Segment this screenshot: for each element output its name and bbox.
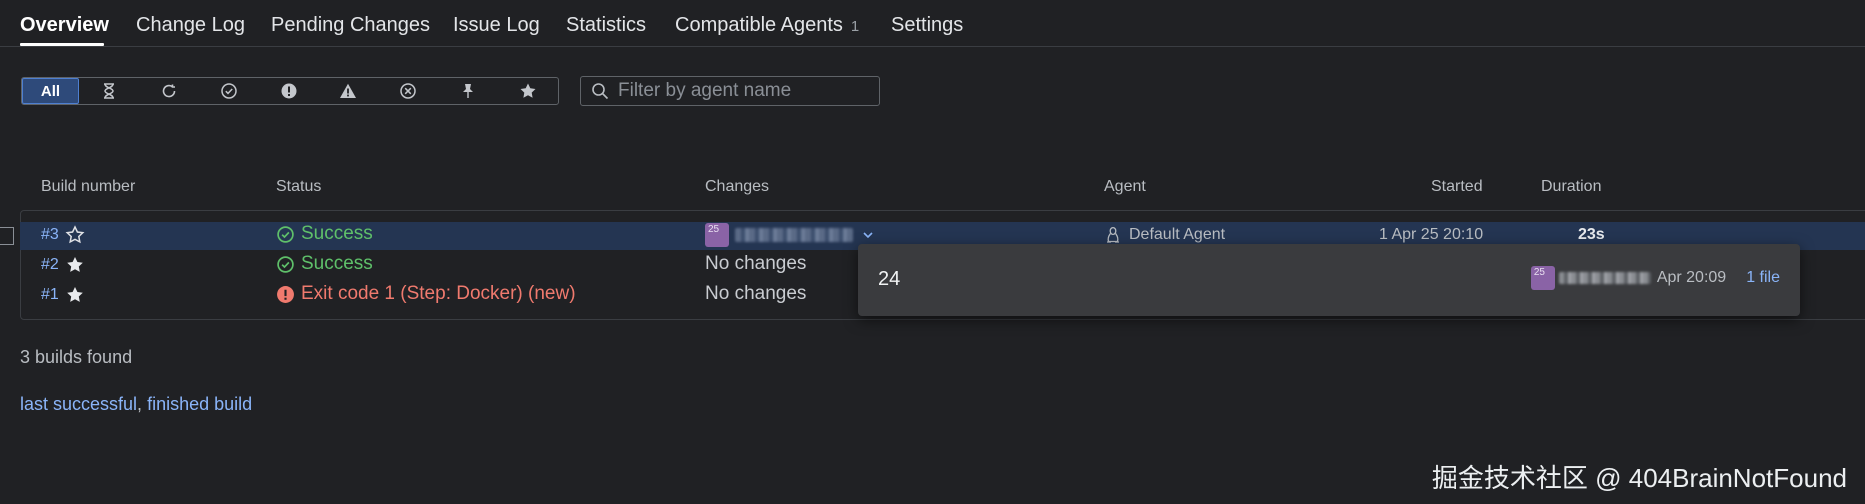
agent-filter-search[interactable] [580, 76, 880, 106]
agent-cell[interactable]: Default Agent [1104, 226, 1225, 244]
filter-pinned-button[interactable] [438, 78, 498, 104]
star-filled-icon[interactable] [65, 255, 85, 275]
exclamation-circle-icon [281, 83, 296, 99]
tab-pending-changes[interactable]: Pending Changes [271, 14, 430, 37]
filter-queued-button[interactable] [79, 78, 139, 104]
change-date: Apr 20:09 [1656, 269, 1727, 286]
check-circle-icon [220, 83, 237, 99]
compatible-agents-count-badge: 1 [850, 18, 860, 35]
status-label: Success [301, 253, 373, 274]
tab-issue-log[interactable]: Issue Log [453, 14, 540, 37]
filter-all-button[interactable]: All [22, 78, 79, 104]
tab-statistics[interactable]: Statistics [566, 14, 646, 37]
tab-change-log[interactable]: Change Log [136, 14, 245, 37]
row-selection-marker[interactable] [0, 227, 14, 245]
filter-cancelled-button[interactable] [378, 78, 438, 104]
status-label: Exit code 1 (Step: Docker) (new) [301, 283, 576, 304]
change-meta: 25 Apr 20:09 1 file [1530, 266, 1780, 290]
linux-icon [1107, 226, 1119, 243]
table-row[interactable]: #2 [41, 255, 85, 275]
change-details-popup: 24 25 Apr 20:09 1 file [858, 244, 1800, 316]
star-outline-icon[interactable] [65, 225, 85, 245]
build-status[interactable]: Exit code 1 (Step: Docker) (new) [276, 283, 576, 305]
exclamation-circle-icon [277, 285, 294, 303]
last-successful-link[interactable]: last successful [20, 394, 137, 414]
tab-bar: Overview Change Log Pending Changes Issu… [0, 0, 1865, 47]
table-row[interactable]: #1 [41, 285, 85, 305]
check-circle-icon [277, 225, 294, 243]
user-avatar: 25 [1530, 266, 1555, 290]
chevron-down-icon[interactable] [861, 228, 875, 242]
no-changes-label: No changes [705, 283, 807, 304]
user-avatar: 25 [705, 223, 729, 247]
changed-files-link[interactable]: 1 file [1746, 269, 1780, 287]
refresh-icon [162, 84, 176, 98]
build-links: last successful, finished build [20, 394, 252, 415]
blurred-username [735, 228, 853, 242]
tab-compatible-agents[interactable]: Compatible Agents 1 [675, 14, 859, 37]
hourglass-icon [103, 83, 114, 99]
changes-cell: No changes [705, 253, 806, 275]
started-label: 1 Apr 25 20:10 [1379, 226, 1484, 243]
filter-running-button[interactable] [139, 78, 199, 104]
build-status[interactable]: Success [276, 253, 373, 275]
column-header-agent[interactable]: Agent [1104, 178, 1146, 196]
changes-cell[interactable]: 25 [705, 223, 875, 247]
column-header-build-number[interactable]: Build number [41, 178, 135, 196]
star-filled-icon[interactable] [65, 285, 85, 305]
status-label: Success [301, 223, 373, 244]
column-header-status[interactable]: Status [276, 178, 321, 196]
status-filter-bar: All [21, 77, 559, 105]
warning-triangle-icon [340, 83, 357, 98]
build-number-link[interactable]: #2 [41, 256, 59, 274]
active-tab-indicator [20, 43, 104, 46]
filter-warning-button[interactable] [318, 78, 378, 104]
agent-name-link[interactable]: Default Agent [1129, 226, 1225, 244]
column-header-changes[interactable]: Changes [705, 178, 769, 196]
column-header-started[interactable]: Started [1431, 178, 1483, 196]
watermark: 掘金技术社区 @ 404BrainNotFound [1431, 463, 1847, 493]
star-icon [520, 83, 536, 98]
started-time: 1 Apr 25 20:10 [1379, 226, 1483, 244]
x-circle-icon [400, 83, 417, 99]
pin-icon [463, 84, 474, 98]
build-number-link[interactable]: #1 [41, 286, 59, 304]
table-row[interactable]: #3 [41, 225, 85, 245]
finished-build-link[interactable]: finished build [147, 394, 252, 414]
duration-label: 23s [1578, 226, 1605, 243]
duration: 23s [1578, 226, 1605, 244]
filter-starred-button[interactable] [498, 78, 558, 104]
changes-cell: No changes [705, 283, 806, 305]
tab-overview[interactable]: Overview [20, 14, 109, 37]
tab-settings[interactable]: Settings [891, 14, 963, 37]
build-number-link[interactable]: #3 [41, 226, 59, 244]
filter-success-button[interactable] [199, 78, 259, 104]
check-circle-icon [277, 255, 294, 273]
search-icon [592, 83, 609, 100]
agent-filter-input[interactable] [616, 79, 879, 103]
no-changes-label: No changes [705, 253, 807, 274]
blurred-username [1558, 272, 1651, 284]
link-separator: , [137, 394, 143, 414]
builds-found-count: 3 builds found [20, 347, 133, 367]
column-header-duration[interactable]: Duration [1541, 178, 1601, 196]
build-status[interactable]: Success [276, 223, 373, 245]
tab-compatible-agents-label: Compatible Agents [675, 14, 843, 36]
change-number[interactable]: 24 [878, 268, 900, 291]
filter-failed-button[interactable] [259, 78, 319, 104]
